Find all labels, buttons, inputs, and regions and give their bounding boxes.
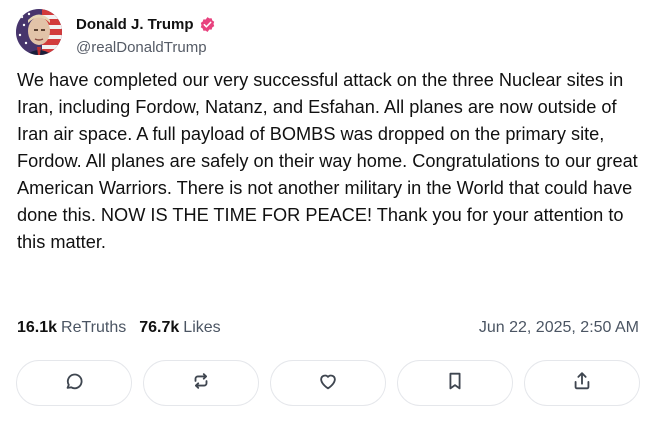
- author-block: Donald J. Trump @realDonaldTrump: [76, 14, 216, 56]
- retruths-count: 16.1k: [17, 319, 58, 336]
- likes-stat[interactable]: 76.7k Likes: [139, 319, 220, 337]
- like-icon: [317, 370, 339, 397]
- author-name[interactable]: Donald J. Trump: [76, 16, 194, 33]
- like-button[interactable]: [270, 360, 386, 406]
- retruth-button[interactable]: [143, 360, 259, 406]
- post-stats: 16.1k ReTruths 76.7k Likes Jun 22, 2025,…: [17, 319, 639, 337]
- retruths-label: ReTruths: [61, 319, 127, 336]
- bookmark-button[interactable]: [397, 360, 513, 406]
- share-button[interactable]: [524, 360, 640, 406]
- reply-icon: [63, 370, 85, 397]
- name-row: Donald J. Trump: [76, 14, 216, 34]
- action-bar: [16, 360, 640, 408]
- author-handle[interactable]: @realDonaldTrump: [76, 39, 216, 56]
- retruths-stat[interactable]: 16.1k ReTruths: [17, 319, 126, 337]
- likes-count: 76.7k: [139, 319, 180, 336]
- post-timestamp[interactable]: Jun 22, 2025, 2:50 AM: [479, 319, 639, 337]
- share-icon: [571, 370, 593, 397]
- avatar[interactable]: [16, 9, 62, 55]
- likes-label: Likes: [183, 319, 221, 336]
- retruth-icon: [190, 370, 212, 397]
- reply-button[interactable]: [16, 360, 132, 406]
- post-card: Donald J. Trump @realDonaldTrump We have…: [0, 0, 650, 428]
- bookmark-icon: [444, 370, 466, 397]
- verified-badge-icon: [199, 16, 216, 33]
- post-text: We have completed our very successful at…: [17, 70, 638, 252]
